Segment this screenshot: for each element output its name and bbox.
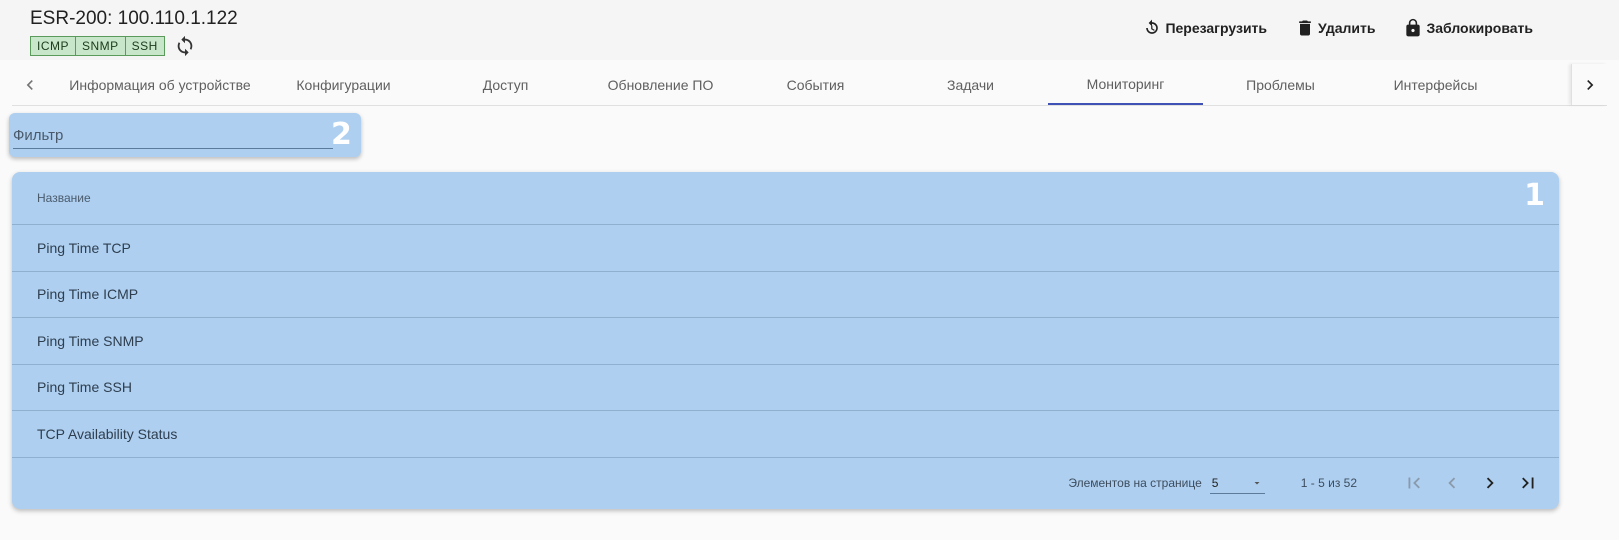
reboot-button[interactable]: Перезагрузить <box>1142 18 1267 38</box>
protocol-badge-snmp: SNMP <box>76 36 126 56</box>
restart-icon <box>1146 19 1159 34</box>
last-page-icon <box>1522 477 1534 489</box>
page-size-value: 5 <box>1211 475 1219 490</box>
table-row[interactable]: Ping Time TCP <box>12 225 1559 272</box>
device-title: ESR-200: 100.110.1.122 <box>30 8 238 29</box>
tab-tasks[interactable]: Задачи <box>893 64 1048 105</box>
column-header-name[interactable]: Название <box>12 172 1559 225</box>
table-row[interactable]: Ping Time SNMP <box>12 318 1559 365</box>
tab-interfaces[interactable]: Интерфейсы <box>1358 64 1513 105</box>
chevron-right-icon <box>1486 477 1494 489</box>
delete-label: Удалить <box>1318 20 1376 36</box>
chevron-left-icon <box>1448 477 1456 489</box>
previous-page-button[interactable] <box>1433 464 1471 502</box>
first-page-icon <box>1408 477 1420 489</box>
page-range: 1 - 5 из 52 <box>1300 476 1357 490</box>
protocol-badge-icmp: ICMP <box>30 36 76 56</box>
chevron-right-icon <box>1586 79 1593 90</box>
tab-problems[interactable]: Проблемы <box>1203 64 1358 105</box>
reboot-label: Перезагрузить <box>1165 20 1268 36</box>
first-page-button[interactable] <box>1395 464 1433 502</box>
tab-bar: Информация об устройстве Конфигурации До… <box>12 64 1607 106</box>
filter-panel: 2 <box>9 113 361 157</box>
next-page-button[interactable] <box>1471 464 1509 502</box>
delete-button[interactable]: Удалить <box>1295 18 1375 38</box>
protocol-badge-ssh: SSH <box>125 36 165 56</box>
tab-configurations[interactable]: Конфигурации <box>266 64 421 105</box>
monitoring-table: 1 Название Ping Time TCP Ping Time ICMP … <box>12 172 1559 509</box>
last-page-button[interactable] <box>1509 464 1547 502</box>
callout-marker-2: 2 <box>331 117 352 152</box>
tab-access[interactable]: Доступ <box>428 64 583 105</box>
page-size-select[interactable]: 5 <box>1209 472 1265 494</box>
tab-events[interactable]: События <box>738 64 893 105</box>
refresh-icon[interactable] <box>174 35 196 57</box>
tab-device-info[interactable]: Информация об устройстве <box>62 64 258 105</box>
paginator: Элементов на странице 5 1 - 5 из 52 <box>12 457 1559 509</box>
tabs-scroll-left-button[interactable] <box>12 64 48 105</box>
tabs-scroll-right-button[interactable] <box>1571 64 1607 105</box>
device-actions: Перезагрузить Удалить Заблокировать <box>1142 18 1533 38</box>
lock-label: Заблокировать <box>1426 20 1533 36</box>
tab-monitoring[interactable]: Мониторинг <box>1048 64 1203 105</box>
table-row[interactable]: TCP Availability Status <box>12 411 1559 458</box>
chevron-left-icon <box>26 79 33 90</box>
callout-marker-1: 1 <box>1524 178 1545 213</box>
dropdown-arrow-icon <box>1254 481 1260 484</box>
trash-icon <box>1299 20 1311 36</box>
lock-icon <box>1406 18 1421 37</box>
table-row[interactable]: Ping Time ICMP <box>12 272 1559 318</box>
protocol-badges: ICMP SNMP SSH <box>30 36 165 56</box>
items-per-page-label: Элементов на странице <box>1068 476 1202 490</box>
lock-button[interactable]: Заблокировать <box>1403 18 1533 38</box>
filter-input[interactable] <box>13 123 333 149</box>
device-header: ESR-200: 100.110.1.122 ICMP SNMP SSH Пер… <box>0 0 1619 60</box>
tab-software-update[interactable]: Обновление ПО <box>583 64 738 105</box>
table-row[interactable]: Ping Time SSH <box>12 365 1559 411</box>
